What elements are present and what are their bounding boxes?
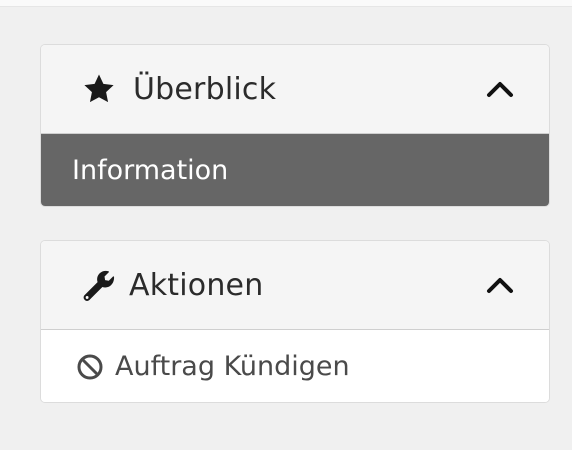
overview-panel-title: Überblick <box>133 71 277 107</box>
star-icon <box>81 71 117 107</box>
sidebar-item-information[interactable]: Information <box>41 134 549 206</box>
sidebar-item-label: Information <box>72 155 229 186</box>
cancel-order-link[interactable]: Auftrag Kündigen <box>41 330 549 402</box>
actions-panel-title: Aktionen <box>129 267 264 303</box>
chevron-up-icon[interactable] <box>483 72 517 106</box>
ban-icon <box>75 352 105 382</box>
actions-panel-header[interactable]: Aktionen <box>41 241 549 330</box>
actions-panel: Aktionen Auftrag Kündigen <box>40 240 550 403</box>
overview-panel-header[interactable]: Überblick <box>41 45 549 134</box>
top-strip <box>0 0 572 7</box>
overview-panel: Überblick Information <box>40 44 550 207</box>
wrench-icon <box>81 267 117 303</box>
chevron-up-icon[interactable] <box>483 268 517 302</box>
cancel-order-label: Auftrag Kündigen <box>115 351 350 382</box>
